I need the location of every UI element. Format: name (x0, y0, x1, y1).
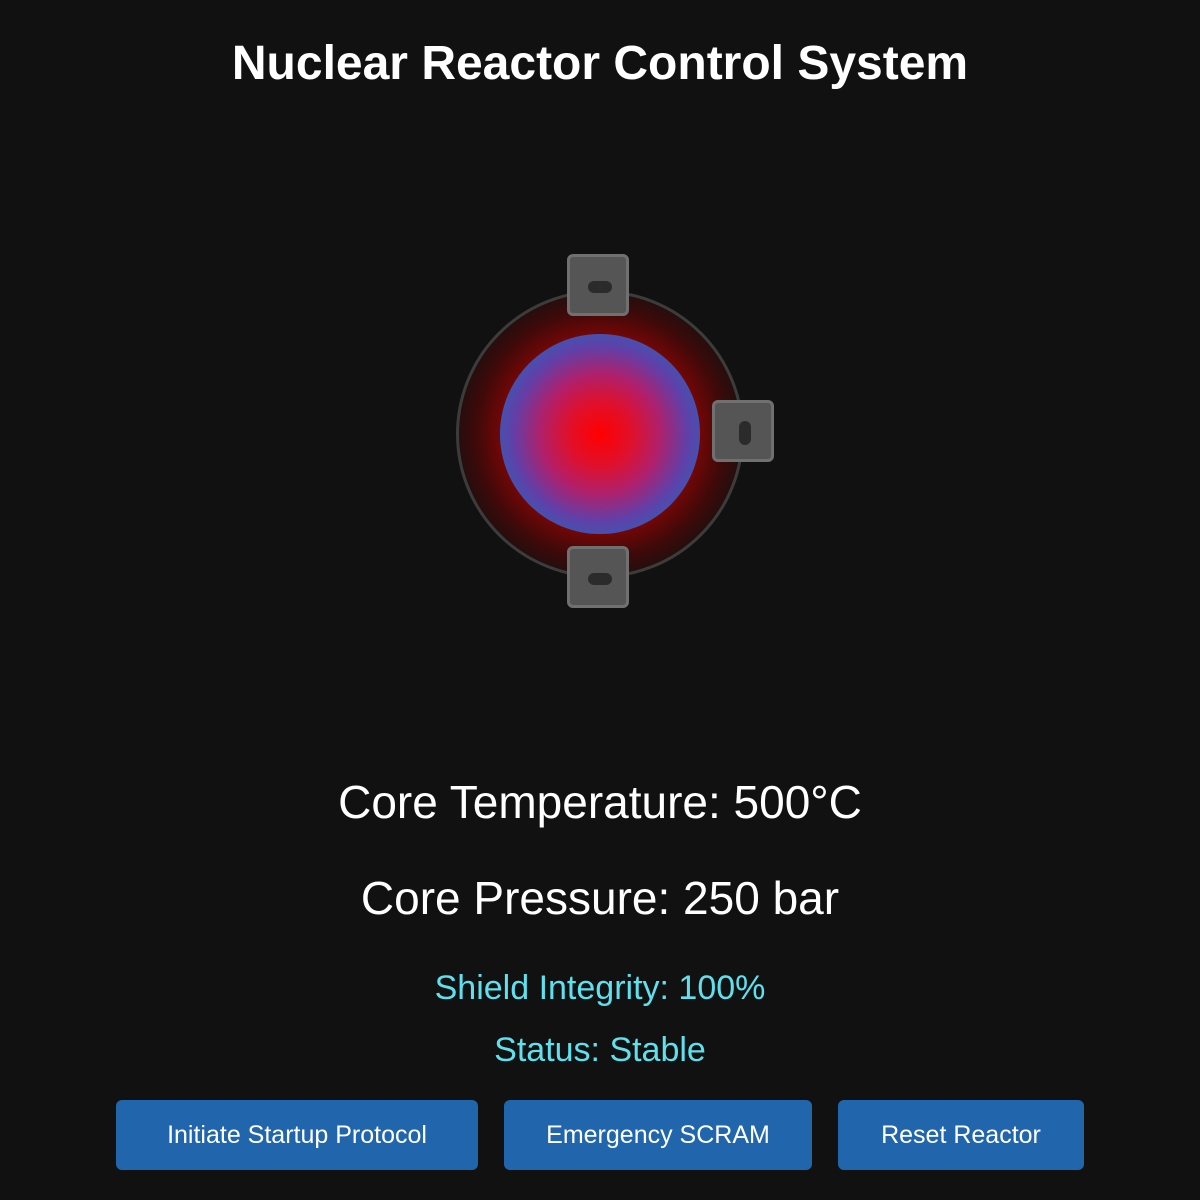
control-rod-right[interactable] (712, 400, 774, 462)
reactor-control-page: Nuclear Reactor Control System Core Temp… (0, 0, 1200, 1200)
page-title: Nuclear Reactor Control System (231, 37, 969, 90)
core-pressure-readout: Core Pressure: 250 bar (360, 872, 840, 924)
slot-icon (739, 421, 751, 445)
reset-reactor-button[interactable]: Reset Reactor (838, 1100, 1084, 1170)
shield-integrity-readout: Shield Integrity: 100% (434, 969, 766, 1007)
control-rod-bottom[interactable] (567, 546, 629, 608)
initiate-startup-button[interactable]: Initiate Startup Protocol (116, 1100, 478, 1170)
emergency-scram-button[interactable]: Emergency SCRAM (504, 1100, 812, 1170)
reactor-visual (456, 254, 774, 608)
control-rod-top[interactable] (567, 254, 629, 316)
slot-icon (588, 281, 612, 293)
slot-icon (588, 573, 612, 585)
reactor-status-readout: Status: Stable (494, 1031, 706, 1069)
core-temperature-readout: Core Temperature: 500°C (338, 776, 862, 828)
reactor-core (500, 334, 700, 534)
